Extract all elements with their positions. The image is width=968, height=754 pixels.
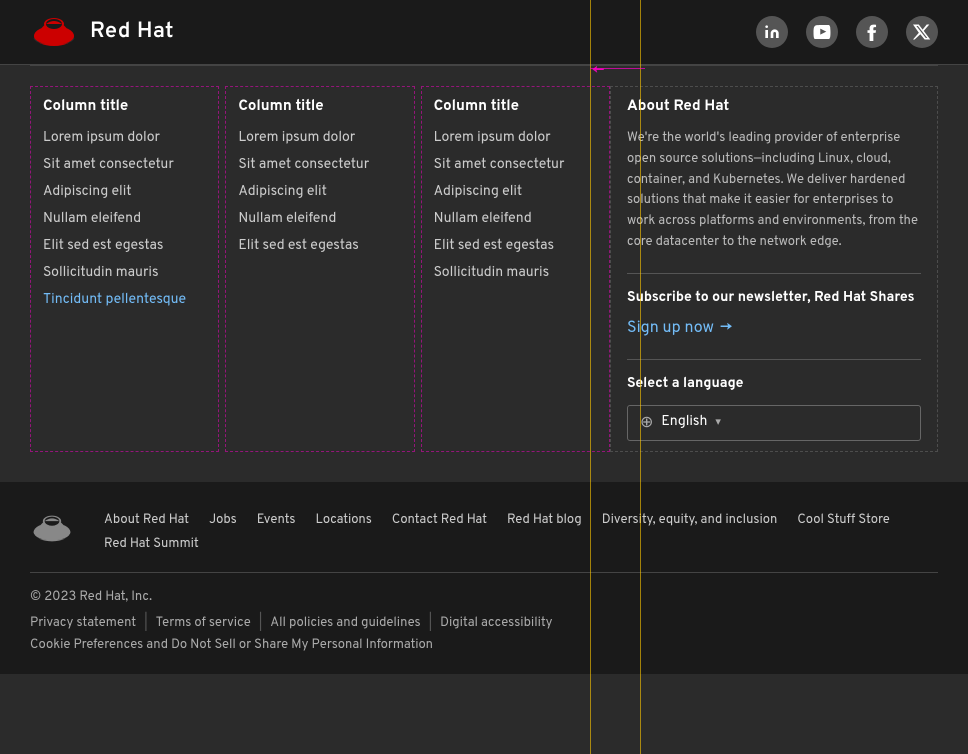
footer-link-blog[interactable]: Red Hat blog [507, 512, 582, 528]
about-section: About Red Hat We're the world's leading … [610, 86, 938, 452]
chevron-down-icon: ▾ [715, 415, 721, 430]
col-3-item-5[interactable]: Sollicitudin mauris [434, 265, 597, 282]
legal-link-terms[interactable]: Terms of service [156, 615, 251, 631]
globe-icon: ⊕ [640, 412, 653, 434]
col-1-item-6[interactable]: Tincidunt pellentesque [43, 292, 206, 309]
footer: About Red Hat Jobs Events Locations Cont… [0, 482, 968, 674]
col-1-item-0[interactable]: Lorem ipsum dolor [43, 130, 206, 147]
main-content: Column title Lorem ipsum dolor Sit amet … [0, 66, 968, 472]
col-3-item-3[interactable]: Nullam eleifend [434, 211, 597, 228]
legal-link-accessibility[interactable]: Digital accessibility [440, 615, 552, 631]
footer-logo [30, 512, 74, 551]
legal-link-privacy[interactable]: Privacy statement [30, 615, 136, 631]
about-divider [627, 273, 921, 274]
col-2-item-3[interactable]: Nullam eleifend [238, 211, 401, 228]
footer-link-about[interactable]: About Red Hat [104, 512, 189, 528]
columns-section: Column title Lorem ipsum dolor Sit amet … [30, 86, 610, 452]
sep-3: | [429, 615, 433, 631]
col-1-item-2[interactable]: Adipiscing elit [43, 184, 206, 201]
col-3-item-1[interactable]: Sit amet consectetur [434, 157, 597, 174]
cookie-preferences-link[interactable]: Cookie Preferences and Do Not Sell or Sh… [30, 637, 433, 653]
twitter-icon[interactable] [906, 16, 938, 48]
legal-link-policies[interactable]: All policies and guidelines [270, 615, 420, 631]
language-selected: English [661, 414, 707, 431]
column-3: Column title Lorem ipsum dolor Sit amet … [421, 86, 610, 452]
col-2-item-1[interactable]: Sit amet consectetur [238, 157, 401, 174]
logo-area: Red Hat [30, 14, 174, 50]
footer-nav-links: About Red Hat Jobs Events Locations Cont… [104, 512, 938, 552]
cookie-preferences-row: Cookie Preferences and Do Not Sell or Sh… [30, 637, 938, 654]
language-selector[interactable]: ⊕ English ▾ [627, 405, 921, 441]
footer-link-cool-stuff[interactable]: Cool Stuff Store [797, 512, 889, 528]
facebook-icon[interactable] [856, 16, 888, 48]
col-3-item-2[interactable]: Adipiscing elit [434, 184, 597, 201]
footer-link-diversity[interactable]: Diversity, equity, and inclusion [602, 512, 778, 528]
col-1-item-1[interactable]: Sit amet consectetur [43, 157, 206, 174]
language-title: Select a language [627, 376, 921, 393]
col-1-item-5[interactable]: Sollicitudin mauris [43, 265, 206, 282]
header: Red Hat [0, 0, 968, 65]
linkedin-icon[interactable] [756, 16, 788, 48]
about-description: We're the world's leading provider of en… [627, 128, 921, 253]
col-2-item-0[interactable]: Lorem ipsum dolor [238, 130, 401, 147]
footer-link-summit[interactable]: Red Hat Summit [104, 536, 199, 552]
col-1-item-4[interactable]: Elit sed est egestas [43, 238, 206, 255]
footer-link-contact[interactable]: Contact Red Hat [392, 512, 487, 528]
col-2-item-4[interactable]: Elit sed est egestas [238, 238, 401, 255]
lang-divider [627, 359, 921, 360]
column-1: Column title Lorem ipsum dolor Sit amet … [30, 86, 219, 452]
column-1-title: Column title [43, 97, 206, 116]
column-2-title: Column title [238, 97, 401, 116]
footer-top: About Red Hat Jobs Events Locations Cont… [30, 512, 938, 552]
footer-link-jobs[interactable]: Jobs [209, 512, 237, 528]
language-section: Select a language ⊕ English ▾ [627, 376, 921, 441]
col-3-item-0[interactable]: Lorem ipsum dolor [434, 130, 597, 147]
footer-legal-links: Privacy statement | Terms of service | A… [30, 615, 938, 631]
logo-text: Red Hat [90, 19, 174, 46]
footer-link-events[interactable]: Events [257, 512, 296, 528]
footer-logo-icon [30, 512, 74, 545]
footer-link-locations[interactable]: Locations [316, 512, 372, 528]
page-wrapper: ← Red Hat [0, 0, 968, 754]
footer-bottom: © 2023 Red Hat, Inc. Privacy statement |… [30, 572, 938, 654]
col-1-item-3[interactable]: Nullam eleifend [43, 211, 206, 228]
redhat-logo-icon [30, 14, 78, 50]
signup-label: Sign up now [627, 319, 714, 339]
about-title: About Red Hat [627, 97, 921, 116]
social-icons-area [756, 16, 938, 48]
sep-1: | [144, 615, 148, 631]
signup-arrow: → [720, 319, 732, 339]
column-3-title: Column title [434, 97, 597, 116]
sep-2: | [259, 615, 263, 631]
newsletter-title: Subscribe to our newsletter, Red Hat Sha… [627, 290, 921, 307]
youtube-icon[interactable] [806, 16, 838, 48]
copyright-text: © 2023 Red Hat, Inc. [30, 589, 938, 605]
column-2: Column title Lorem ipsum dolor Sit amet … [225, 86, 414, 452]
signup-link[interactable]: Sign up now → [627, 319, 921, 339]
col-3-item-4[interactable]: Elit sed est egestas [434, 238, 597, 255]
col-2-item-2[interactable]: Adipiscing elit [238, 184, 401, 201]
